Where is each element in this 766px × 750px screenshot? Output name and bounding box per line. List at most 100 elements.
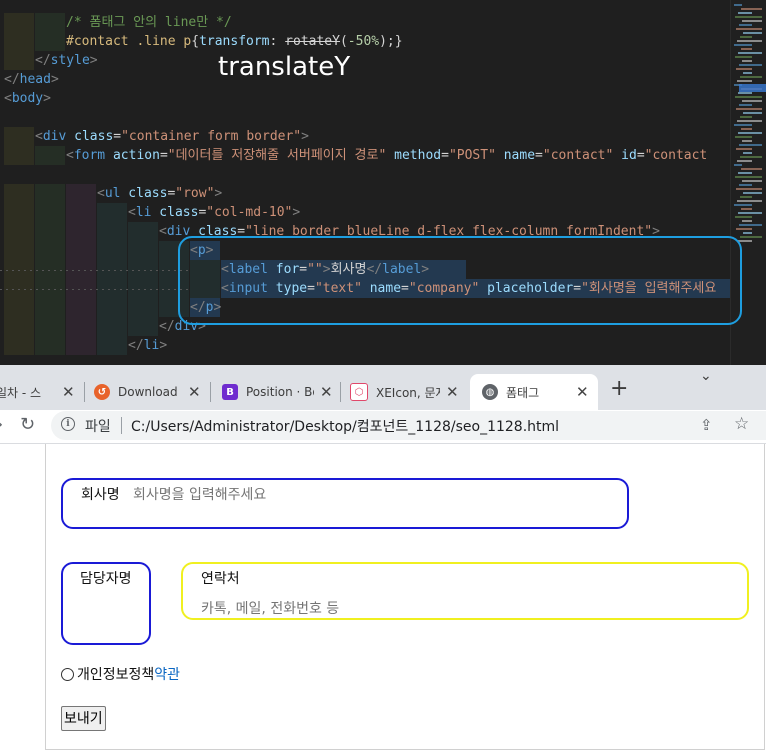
indent-guide <box>4 317 34 336</box>
minimap-line <box>738 132 762 134</box>
minimap-line <box>734 4 742 6</box>
reload-icon[interactable]: ↻ <box>20 414 35 435</box>
manager-field[interactable]: 담당자명 <box>61 562 151 645</box>
close-icon[interactable]: ✕ <box>188 383 201 401</box>
indent-guide <box>66 241 96 260</box>
tab-5-active[interactable]: ◍ 폼태그 ✕ <box>470 374 598 410</box>
minimap-line <box>739 224 762 226</box>
code-line[interactable]: <ul class="row"> <box>0 184 730 203</box>
code-token: < <box>97 186 105 201</box>
contact-field[interactable]: 연락처 카톡, 메일, 전화번호 등 <box>181 562 749 620</box>
minimap-line <box>739 64 762 66</box>
minimap-line <box>737 160 752 162</box>
code-token: head <box>19 72 51 87</box>
minimap-line <box>743 192 762 194</box>
tab-divider <box>210 382 211 402</box>
code-line[interactable]: <div class="container form border"> <box>0 127 730 146</box>
code-token: < <box>35 129 43 144</box>
forward-icon[interactable]: › <box>0 414 3 435</box>
privacy-row: 개인정보정책 약관 <box>61 664 180 684</box>
code-line[interactable] <box>0 165 730 184</box>
code-token: < <box>128 205 136 220</box>
bookmark-star-icon[interactable]: ☆ <box>734 414 749 434</box>
contact-input[interactable]: 카톡, 메일, 전화번호 등 <box>201 598 339 618</box>
minimap-line <box>734 204 752 206</box>
code-token: id <box>613 148 637 163</box>
code-token: body <box>11 91 44 106</box>
code-token: > <box>50 72 59 87</box>
code-text: <ul class="row"> <box>97 184 222 203</box>
tab-4[interactable]: ⬡ XEIcon, 문자 ✕ <box>350 374 464 410</box>
terms-link[interactable]: 약관 <box>154 664 180 684</box>
close-icon[interactable]: ✕ <box>320 383 333 401</box>
code-line[interactable] <box>0 108 730 127</box>
code-line[interactable]: <form action="데이터를 저장해줄 서버페이지 경로" method… <box>0 146 730 165</box>
minimap-line <box>743 232 752 234</box>
whitespace-dots <box>0 260 190 279</box>
company-input[interactable]: 회사명을 입력해주세요 <box>133 484 266 504</box>
minimap-line <box>739 24 752 26</box>
globe-icon: ◍ <box>482 384 498 400</box>
minimap-line <box>737 200 762 202</box>
close-icon[interactable]: ✕ <box>576 383 589 401</box>
minimap-line <box>740 236 762 238</box>
code-token: /* 폼태그 안의 line만 */ <box>66 15 232 30</box>
code-line[interactable]: </style> <box>0 51 730 70</box>
minimap-line <box>743 72 752 74</box>
code-line[interactable]: </head> <box>0 70 730 89</box>
indent-guide <box>35 13 65 32</box>
address-bar[interactable]: i 파일 C:/Users/Administrator/Desktop/컴포넌트… <box>51 411 766 440</box>
new-tab-button[interactable]: + <box>610 376 628 401</box>
minimap-line <box>742 20 762 22</box>
indent-guide <box>35 203 65 222</box>
minimap-line <box>741 8 762 10</box>
minimap-line <box>734 44 752 46</box>
minimap-line <box>734 164 742 166</box>
tab-1[interactable]: 일차 - 스 ✕ <box>0 374 80 410</box>
info-icon[interactable]: i <box>61 417 75 431</box>
indent-guide <box>128 222 158 241</box>
code-token: class <box>120 186 168 201</box>
minimap-line <box>742 220 752 222</box>
code-token: "데이터를 저장해줄 서버페이지 경로" <box>167 148 387 163</box>
minimap-line <box>742 180 762 182</box>
code-token: "container form border" <box>121 129 302 144</box>
contact-label: 연락처 <box>201 571 240 587</box>
minimap-line <box>736 108 762 110</box>
code-line[interactable]: <body> <box>0 89 730 108</box>
code-token: </ <box>35 53 51 68</box>
submit-button[interactable]: 보내기 <box>61 706 106 731</box>
minimap-line <box>738 172 752 174</box>
xeicon-icon: ⬡ <box>350 383 368 401</box>
code-line[interactable]: </li> <box>0 336 730 355</box>
minimap-line <box>738 92 752 94</box>
code-line[interactable]: #contact .line p{transform: rotateY(-50%… <box>0 32 730 51</box>
code-text: </style> <box>35 51 98 70</box>
minimap-line <box>737 80 752 82</box>
minimap-viewport[interactable] <box>739 84 766 92</box>
indent-guide <box>35 241 65 260</box>
code-editor[interactable]: /* 폼태그 안의 line만 */ #contact .line p{trans… <box>0 0 766 365</box>
minimap-line <box>738 52 762 54</box>
code-line[interactable]: /* 폼태그 안의 line만 */ <box>0 13 730 32</box>
code-token: style <box>50 53 90 68</box>
indent-guide <box>66 203 96 222</box>
tab-2[interactable]: ↺ Download P ✕ <box>94 374 206 410</box>
code-text: </li> <box>128 336 167 355</box>
privacy-radio[interactable] <box>61 667 74 681</box>
code-token: #contact .line p <box>66 34 192 49</box>
company-field[interactable]: 회사명 회사명을 입력해주세요 <box>61 478 629 529</box>
url-text[interactable]: C:/Users/Administrator/Desktop/컴포넌트_1128… <box>131 416 559 436</box>
share-icon[interactable]: ⇪ <box>700 416 713 434</box>
tab-search-chevron-down-icon[interactable]: ⌄ <box>700 368 712 384</box>
close-icon[interactable]: ✕ <box>62 383 75 401</box>
code-token: li <box>135 205 152 220</box>
close-icon[interactable]: ✕ <box>446 383 459 401</box>
tab-3[interactable]: B Position · Bo ✕ <box>222 374 338 410</box>
code-line[interactable]: <li class="col-md-10"> <box>0 203 730 222</box>
code-token: form <box>73 148 106 163</box>
web-page: 회사명 회사명을 입력해주세요 담당자명 연락처 카톡, 메일, 전화번호 등 … <box>0 444 766 750</box>
code-token: : <box>269 34 286 49</box>
code-token: < <box>4 91 12 106</box>
code-token: "col-md-10" <box>206 205 293 220</box>
